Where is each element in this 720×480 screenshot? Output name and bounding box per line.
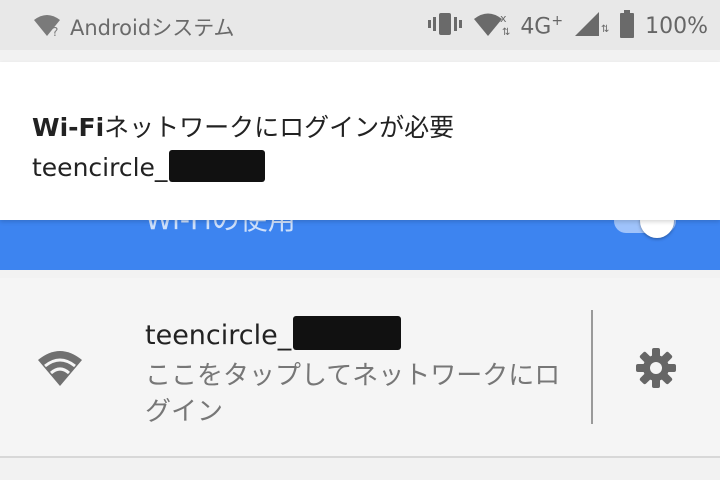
status-bar: ? Androidシステム x ⇅ 4G+ ⇅ 100% — [0, 0, 720, 50]
network-type: 4G+ — [520, 12, 564, 40]
redaction-mark — [169, 150, 266, 182]
network-subtitle: ここをタップしてネットワークにログイン — [145, 361, 561, 427]
wifi-signal-icon: x ⇅ — [472, 10, 511, 42]
row-divider — [591, 310, 593, 424]
login-notification[interactable]: Wi-Fiネットワークにログインが必要 teencircle_ — [0, 62, 720, 220]
redaction-mark — [293, 316, 402, 350]
network-ssid: teencircle_ — [145, 316, 402, 351]
status-left: ? Androidシステム — [32, 12, 235, 42]
status-right: x ⇅ 4G+ ⇅ 100% — [428, 10, 708, 42]
svg-text:⇅: ⇅ — [502, 27, 510, 38]
notification-title: Wi-Fiネットワークにログインが必要 — [32, 113, 455, 142]
battery-icon — [619, 10, 635, 42]
battery-percent: 100% — [645, 13, 708, 39]
notification-ssid: teencircle_ — [32, 150, 266, 182]
gear-icon — [635, 347, 677, 393]
cell-signal-icon: ⇅ — [573, 10, 609, 42]
vibrate-icon — [428, 11, 463, 41]
svg-text:⇅: ⇅ — [601, 24, 609, 35]
notification-title-rest: ネットワークにログインが必要 — [104, 113, 455, 142]
wifi-question-icon: ? — [32, 12, 62, 42]
svg-text:x: x — [500, 12, 507, 25]
network-settings-button[interactable] — [630, 344, 682, 396]
list-divider — [0, 456, 720, 458]
network-list-item[interactable]: teencircle_ ここをタップしてネットワークにログイン — [0, 278, 720, 458]
status-app-name: Androidシステム — [70, 16, 235, 40]
network-plus: + — [551, 12, 564, 29]
svg-text:?: ? — [52, 25, 58, 38]
wifi-signal-icon — [36, 348, 84, 392]
